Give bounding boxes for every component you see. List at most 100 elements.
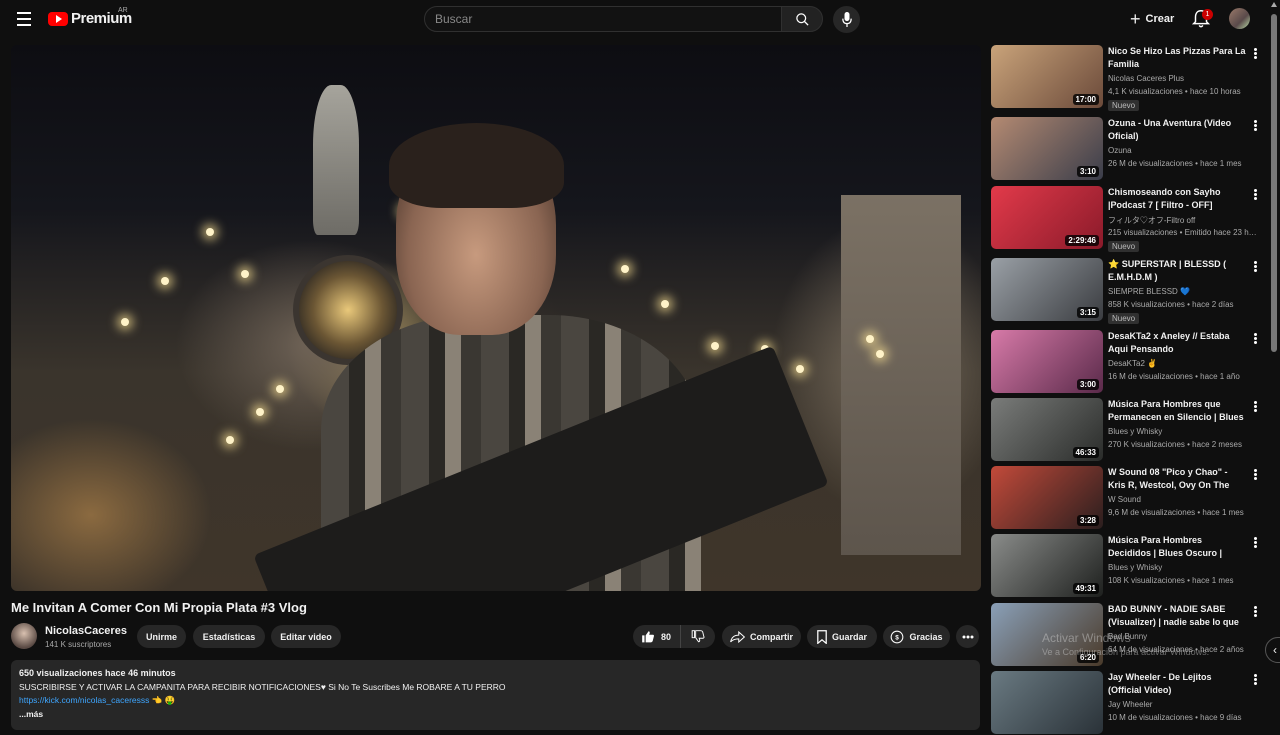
edit-video-button[interactable]: Editar video (271, 625, 341, 648)
more-vertical-icon[interactable] (1251, 47, 1259, 61)
more-vertical-icon[interactable] (1251, 468, 1259, 482)
new-badge: Nuevo (1108, 313, 1140, 324)
recommendation-item[interactable]: Jay Wheeler - De Lejitos (Official Video… (991, 671, 1261, 735)
recommendation-item[interactable]: 3:00 DesaKTa2 x Aneley // Estaba Aqui Pen… (991, 330, 1261, 394)
recommendation-title[interactable]: Jay Wheeler - De Lejitos (Official Video… (1108, 671, 1246, 697)
string-light (661, 300, 669, 308)
channel-name[interactable]: NicolasCaceres (45, 625, 127, 637)
description-text: SUSCRIBIRSE Y ACTIVAR LA CAMPANITA PARA … (19, 681, 506, 692)
create-button[interactable]: + Crear (1122, 8, 1182, 30)
recommendation-title[interactable]: DesaKTa2 x Aneley // Estaba Aqui Pensand… (1108, 330, 1246, 356)
duration-badge: 3:10 (1076, 166, 1099, 177)
like-button[interactable]: 80 (633, 625, 681, 648)
more-vertical-icon[interactable] (1251, 536, 1259, 550)
microphone-icon (841, 12, 852, 27)
share-label: Compartir (749, 631, 793, 642)
show-more-link[interactable]: ...más (19, 708, 972, 722)
scrollbar-thumb[interactable] (1271, 14, 1277, 352)
more-vertical-icon[interactable] (1251, 260, 1259, 274)
string-light (796, 365, 804, 373)
recommendation-channel[interactable]: Ozuna (1108, 146, 1132, 155)
channel-label: Blues y Whisky (1108, 427, 1163, 436)
recommendation-stats: 215 visualizaciones • Emitido hace 23 ho… (1108, 228, 1258, 237)
recommendation-thumbnail[interactable]: 49:31 (991, 534, 1103, 597)
recommendation-title[interactable]: Ozuna - Una Aventura (Video Oficial) (1108, 117, 1246, 143)
dislike-button[interactable] (681, 625, 715, 648)
string-light (226, 436, 234, 444)
recommendation-thumbnail[interactable]: 3:15 (991, 258, 1103, 321)
recommendation-channel[interactable]: Jay Wheeler (1108, 700, 1152, 709)
recommendation-thumbnail[interactable]: 2:29:46 (991, 186, 1103, 249)
recommendation-thumbnail[interactable]: 17:00 (991, 45, 1103, 108)
recommendation-channel[interactable]: Nicolas Caceres Plus (1108, 74, 1184, 83)
stats-label: Estadísticas (202, 631, 256, 642)
recommendation-channel[interactable]: Blues y Whisky (1108, 563, 1162, 572)
recommendation-title[interactable]: Música Para Hombres que Permanecen en Si… (1108, 398, 1246, 424)
recommendation-title[interactable]: Nico Se Hizo Las Pizzas Para La Familia (1108, 45, 1246, 71)
chevron-left-icon[interactable]: ‹ (1265, 637, 1280, 663)
castle-tower (841, 195, 961, 555)
join-button[interactable]: Unirme (137, 625, 186, 648)
scroll-up-arrow-icon[interactable] (1271, 2, 1277, 7)
link-emoji: 👈 🤑 (149, 695, 176, 705)
recommendation-title[interactable]: W Sound 08 "Pico y Chao" - Kris R, Westc… (1108, 466, 1246, 492)
recommendation-channel[interactable]: SIEMPRE BLESSD 💙 (1108, 287, 1190, 296)
stats-button[interactable]: Estadísticas (193, 625, 265, 648)
search-icon (795, 12, 809, 26)
view-count-date: 650 visualizaciones hace 46 minutos (19, 668, 176, 678)
recommendation-stats: 16 M de visualizaciones • hace 1 año (1108, 372, 1240, 381)
recommendation-item[interactable]: 3:28 W Sound 08 "Pico y Chao" - Kris R, W… (991, 466, 1261, 530)
more-vertical-icon[interactable] (1251, 188, 1259, 202)
recommendation-thumbnail[interactable] (991, 671, 1103, 734)
recommendation-channel[interactable]: W Sound (1108, 495, 1141, 504)
hamburger-menu-icon[interactable] (12, 8, 36, 30)
channel-label: Jay Wheeler (1108, 700, 1153, 709)
share-arrow-icon (730, 630, 745, 643)
voice-search-button[interactable] (833, 6, 860, 33)
recommendation-title[interactable]: Chismoseando con Sayho |Podcast 7 [ Filt… (1108, 186, 1246, 212)
more-horizontal-icon (962, 635, 973, 638)
recommendation-item[interactable]: 17:00 Nico Se Hizo Las Pizzas Para La Fam… (991, 45, 1261, 111)
recommendation-item[interactable]: 49:31 Música Para Hombres Decididos | Blu… (991, 534, 1261, 598)
recommendation-item[interactable]: 46:33 Música Para Hombres que Permanecen … (991, 398, 1261, 462)
more-vertical-icon[interactable] (1251, 605, 1259, 619)
recommendation-thumbnail[interactable]: 3:28 (991, 466, 1103, 529)
duration-badge: 17:00 (1072, 94, 1099, 105)
recommendation-thumbnail[interactable]: 46:33 (991, 398, 1103, 461)
video-player[interactable] (11, 45, 981, 591)
more-vertical-icon[interactable] (1251, 332, 1259, 346)
recommendation-thumbnail[interactable]: 3:00 (991, 330, 1103, 393)
thumbs-up-icon (642, 631, 655, 643)
recommendation-channel[interactable]: DesaKTa2 ✌ (1108, 359, 1157, 368)
recommendation-title[interactable]: BAD BUNNY - NADIE SABE (Visualizer) | na… (1108, 603, 1246, 629)
new-badge: Nuevo (1108, 241, 1140, 252)
more-vertical-icon[interactable] (1251, 673, 1259, 687)
recommendation-item[interactable]: 3:15 ⭐ SUPERSTAR | BLESSD ( E.M.H.D.M ) SI… (991, 258, 1261, 324)
search-button[interactable] (781, 6, 823, 32)
kick-link[interactable]: https://kick.com/nicolas_caceresss (19, 695, 149, 705)
youtube-premium-logo[interactable]: Premium AR (48, 7, 132, 27)
search-input[interactable] (425, 7, 781, 31)
recommendation-channel[interactable]: Blues y Whisky (1108, 427, 1162, 436)
recommendation-item[interactable]: 3:10 Ozuna - Una Aventura (Video Oficial)… (991, 117, 1261, 181)
thanks-button[interactable]: $ Gracias (883, 625, 950, 648)
watermark-title: Activar Windows (1042, 631, 1131, 645)
more-actions-button[interactable] (956, 625, 979, 648)
save-button[interactable]: Guardar (807, 625, 877, 648)
recommendation-thumbnail[interactable]: 3:10 (991, 117, 1103, 180)
account-avatar[interactable] (1229, 8, 1250, 29)
recommendation-item[interactable]: 2:29:46 Chismoseando con Sayho |Podcast 7… (991, 186, 1261, 252)
more-vertical-icon[interactable] (1251, 400, 1259, 414)
more-vertical-icon[interactable] (1251, 119, 1259, 133)
channel-avatar[interactable] (11, 623, 37, 649)
search-box (424, 6, 782, 32)
recommendation-stats: 10 M de visualizaciones • hace 9 días (1108, 713, 1242, 722)
recommendation-stats: 9,6 M de visualizaciones • hace 1 mes (1108, 508, 1244, 517)
recommendation-title[interactable]: ⭐ SUPERSTAR | BLESSD ( E.M.H.D.M ) (1108, 258, 1246, 284)
channel-label: W Sound (1108, 495, 1141, 504)
statue-figure (313, 85, 359, 235)
recommendation-channel[interactable]: フィルタ♡オフ-Filtro off (1108, 215, 1195, 226)
like-count: 80 (661, 631, 672, 642)
share-button[interactable]: Compartir (722, 625, 801, 648)
recommendation-title[interactable]: Música Para Hombres Decididos | Blues Os… (1108, 534, 1246, 560)
